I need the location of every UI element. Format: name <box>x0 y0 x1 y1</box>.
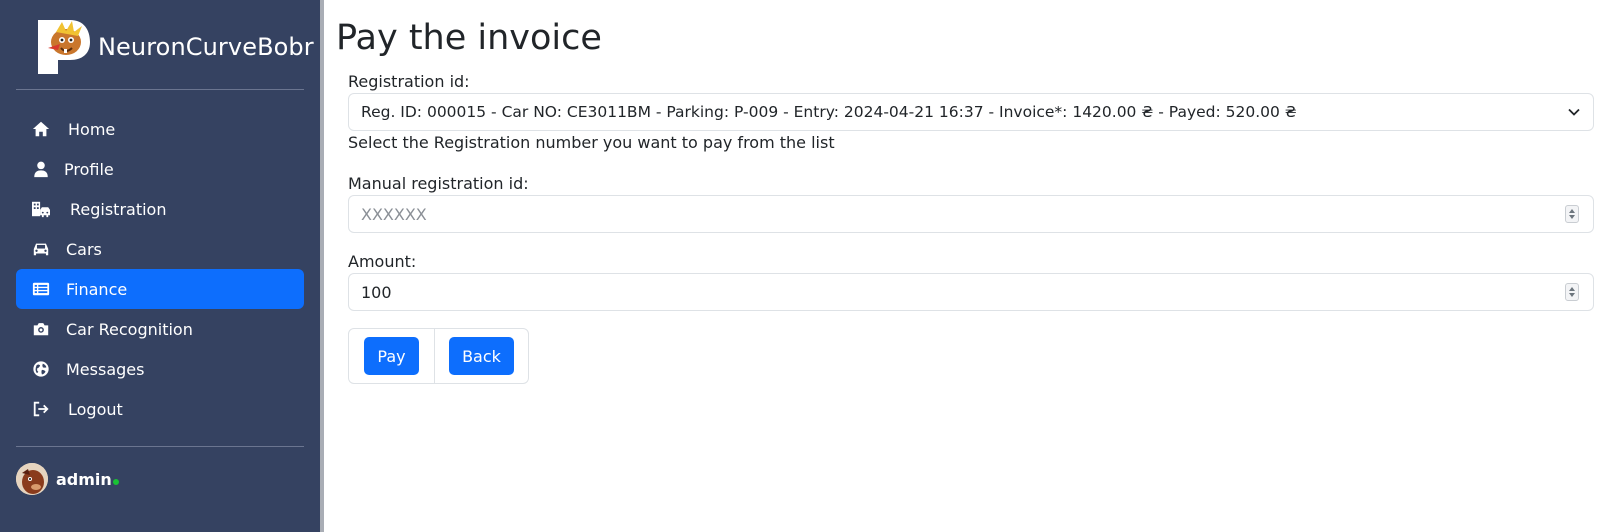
sidebar-item-cars[interactable]: Cars <box>16 229 304 269</box>
action-button-group: Pay Back <box>348 328 529 384</box>
pay-button[interactable]: Pay <box>364 337 419 375</box>
sidebar-item-home[interactable]: Home <box>16 109 304 149</box>
sidebar-item-label: Profile <box>64 159 114 179</box>
amount-field <box>348 273 1594 311</box>
sidebar-item-registration[interactable]: Registration <box>16 189 304 229</box>
sidebar-item-logout[interactable]: Logout <box>16 389 304 429</box>
page-title: Pay the invoice <box>336 18 602 58</box>
registration-id-help-text: Select the Registration number you want … <box>348 133 835 152</box>
sidebar-item-label: Finance <box>66 279 128 299</box>
home-icon <box>31 119 51 139</box>
sidebar-item-label: Home <box>68 119 116 139</box>
building-car-icon <box>31 199 51 219</box>
sidebar-item-label: Cars <box>66 239 102 259</box>
user-name: admin <box>56 469 112 489</box>
sidebar-item-messages[interactable]: Messages <box>16 349 304 389</box>
manual-id-stepper[interactable] <box>1565 205 1579 223</box>
back-button[interactable]: Back <box>449 337 514 375</box>
car-icon <box>31 239 51 259</box>
sidebar-border <box>320 0 324 532</box>
amount-stepper[interactable] <box>1565 283 1579 301</box>
brand-name: NeuronCurveBobr <box>98 33 314 61</box>
manual-registration-id-input[interactable] <box>361 204 1541 224</box>
sidebar-item-label: Messages <box>66 359 145 379</box>
amount-label: Amount: <box>348 252 417 271</box>
brand-logo <box>36 18 92 76</box>
registration-id-select[interactable]: Reg. ID: 000015 - Car NO: CE3011BM - Par… <box>348 93 1594 131</box>
registration-id-selected-value: Reg. ID: 000015 - Car NO: CE3011BM - Par… <box>361 103 1297 121</box>
sidebar-item-car-recognition[interactable]: Car Recognition <box>16 309 304 349</box>
user-menu[interactable]: admin <box>16 463 119 495</box>
user-icon <box>31 159 51 179</box>
back-button-cell: Back <box>434 329 528 383</box>
chevron-down-icon <box>1568 108 1580 116</box>
sidebar-item-label: Logout <box>68 399 123 419</box>
sidebar-item-label: Car Recognition <box>66 319 193 339</box>
amount-input[interactable] <box>361 282 1541 302</box>
brand[interactable]: NeuronCurveBobr <box>36 18 314 76</box>
logout-icon <box>31 399 51 419</box>
globe-icon <box>31 359 51 379</box>
pay-button-cell: Pay <box>349 329 434 383</box>
avatar <box>16 463 48 495</box>
online-status-dot <box>112 479 119 485</box>
sidebar-divider-bottom <box>16 446 304 447</box>
sidebar-item-label: Registration <box>70 199 167 219</box>
sidebar-item-finance[interactable]: Finance <box>16 269 304 309</box>
camera-icon <box>31 319 51 339</box>
manual-registration-id-label: Manual registration id: <box>348 174 529 193</box>
sidebar-divider-top <box>16 89 304 90</box>
sidebar: NeuronCurveBobr Home Profile Registratio… <box>0 0 320 532</box>
table-list-icon <box>31 279 51 299</box>
sidebar-nav: Home Profile Registration Cars Finance C… <box>16 109 304 429</box>
registration-id-label: Registration id: <box>348 72 470 91</box>
sidebar-item-profile[interactable]: Profile <box>16 149 304 189</box>
manual-registration-id-field <box>348 195 1594 233</box>
